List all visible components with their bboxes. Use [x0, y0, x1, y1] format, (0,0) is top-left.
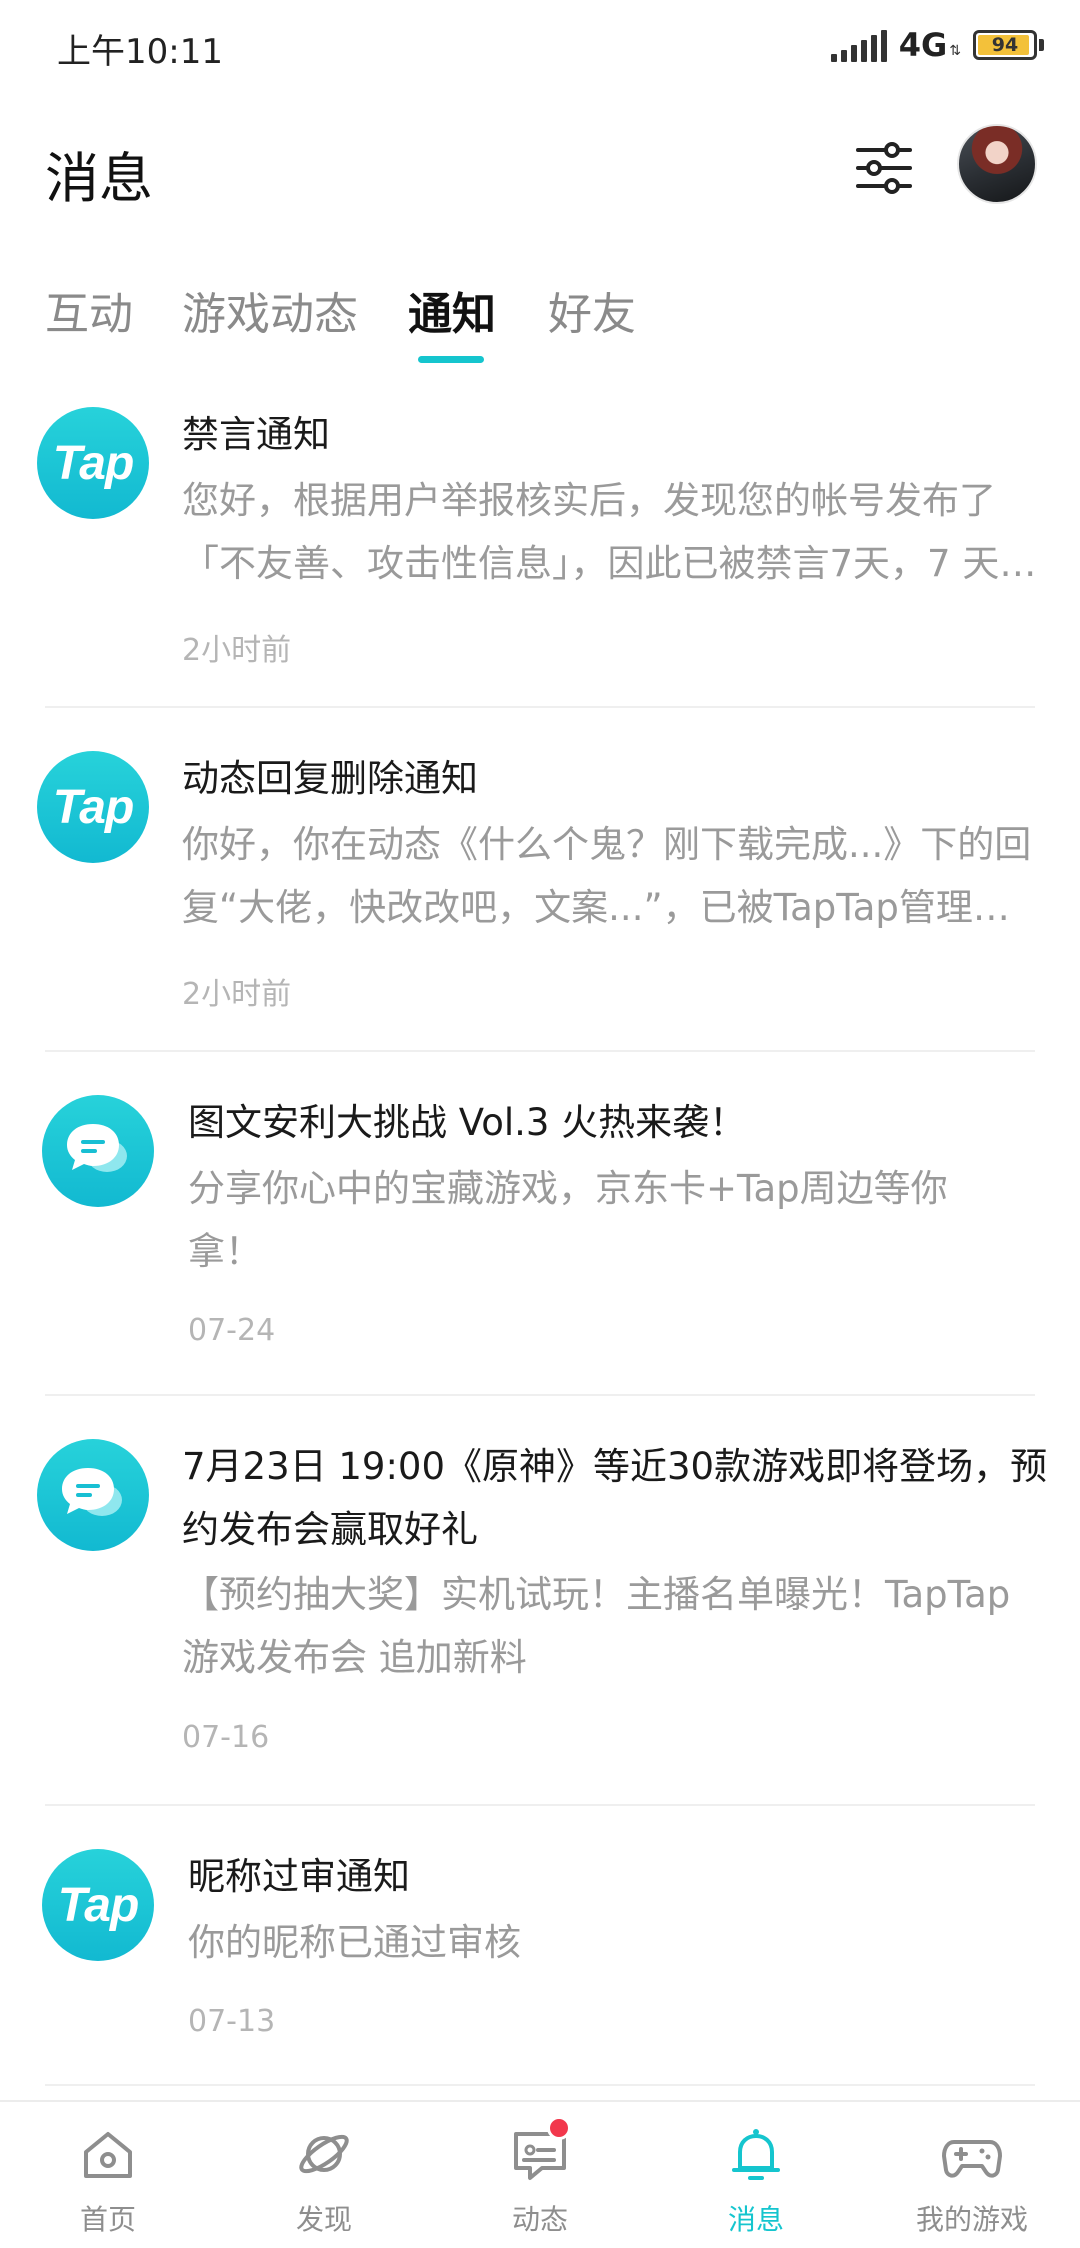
list-item[interactable]: 7月23日 19:00《原神》等近30款游戏即将登场，预 约发布会赢取好礼 【预… [0, 1412, 1080, 1808]
messages-page: 上午10:11 4G ⇅ 94 消息 互动 游戏动态 通知 好友 Tap 禁言通… [0, 0, 1080, 2248]
tap-logo-icon: Tap [37, 751, 149, 863]
nav-moments[interactable]: 动态 [432, 2102, 648, 2248]
notification-time: 07-16 [182, 1720, 270, 1755]
notification-time: 2小时前 [182, 977, 292, 1012]
notification-time: 2小时前 [182, 633, 292, 668]
avatar[interactable] [957, 124, 1037, 204]
network-type: 4G [898, 26, 948, 64]
tab-game-updates[interactable]: 游戏动态 [182, 278, 358, 342]
data-arrows-icon: ⇅ [949, 43, 961, 59]
nav-label: 发现 [295, 2203, 352, 2236]
notification-title: 图文安利大挑战 Vol.3 火热来袭！ [188, 1101, 747, 1144]
chat-bubble-icon [37, 1439, 149, 1551]
tap-logo-text: Tap [52, 436, 135, 490]
bottom-navigation: 首页 发现 动态 消息 我的游戏 [0, 2100, 1080, 2248]
nav-my-games[interactable]: 我的游戏 [864, 2102, 1080, 2248]
divider [45, 1050, 1035, 1052]
notification-body-line: 【预约抽大奖】实机试玩！主播名单曝光！TapTap [182, 1573, 1011, 1616]
tab-interaction[interactable]: 互动 [45, 278, 133, 342]
list-item[interactable]: Tap 动态回复删除通知 你好，你在动态《什么个鬼？刚下载完成...》下的回 复… [0, 724, 1080, 1054]
battery-percentage: 94 [991, 34, 1019, 56]
nav-label: 动态 [511, 2203, 568, 2236]
status-bar: 上午10:11 4G ⇅ 94 [0, 0, 1080, 100]
chat-bubble-glyph [62, 1468, 122, 1516]
tab-friends[interactable]: 好友 [548, 278, 636, 342]
battery-cap [1039, 39, 1044, 51]
unread-badge [547, 2116, 571, 2140]
divider [45, 2084, 1035, 2086]
battery-icon: 94 [973, 30, 1037, 60]
active-tab-indicator [418, 356, 484, 363]
nav-messages[interactable]: 消息 [648, 2102, 864, 2248]
gamepad-icon [942, 2140, 1002, 2178]
nav-label: 首页 [79, 2203, 136, 2236]
notification-body-line: 您好，根据用户举报核实后，发现您的帐号发布了 [182, 479, 996, 522]
nav-home[interactable]: 首页 [0, 2102, 216, 2248]
notification-time: 07-24 [188, 1313, 276, 1348]
sliders-icon [856, 142, 912, 194]
filter-settings-button[interactable] [852, 136, 916, 200]
notification-body-line: 分享你心中的宝藏游戏，京东卡+Tap周边等你 [188, 1167, 948, 1210]
notification-body-line: 你的昵称已通过审核 [188, 1921, 521, 1964]
bell-icon [732, 2129, 780, 2180]
chat-bubble-glyph [67, 1124, 127, 1172]
home-icon [84, 2132, 132, 2178]
chat-bubble-icon [42, 1095, 154, 1207]
divider [45, 706, 1035, 708]
notification-title: 动态回复删除通知 [182, 757, 478, 800]
notification-title: 约发布会赢取好礼 [182, 1508, 478, 1551]
notification-body-line: 「不友善、攻击性信息」，因此已被禁言7天，7 天… [182, 542, 1037, 585]
list-item[interactable]: Tap 禁言通知 您好，根据用户举报核实后，发现您的帐号发布了 「不友善、攻击性… [0, 380, 1080, 710]
notification-time: 07-13 [188, 2004, 276, 2039]
tab-bar: 互动 游戏动态 通知 好友 [0, 270, 1080, 370]
divider [45, 1804, 1035, 1806]
signal-icon [830, 28, 887, 62]
notification-body-line: 复“大佬，快改改吧，文案...”，已被TapTap管理… [182, 886, 1010, 929]
planet-icon [299, 2134, 349, 2174]
tap-logo-text: Tap [57, 1878, 140, 1932]
status-icons: 4G ⇅ 94 [830, 26, 1044, 64]
list-item[interactable]: 图文安利大挑战 Vol.3 火热来袭！ 分享你心中的宝藏游戏，京东卡+Tap周边… [0, 1068, 1080, 1398]
nav-discover[interactable]: 发现 [216, 2102, 432, 2248]
tap-logo-icon: Tap [42, 1849, 154, 1961]
nav-label: 消息 [727, 2203, 784, 2236]
list-item[interactable]: Tap 昵称过审通知 你的昵称已通过审核 07-13 [0, 1822, 1080, 2092]
tab-notifications[interactable]: 通知 [408, 278, 496, 342]
notification-body-line: 拿！ [188, 1230, 262, 1273]
page-title: 消息 [45, 147, 153, 210]
header: 消息 [0, 110, 1080, 220]
tap-logo-icon: Tap [37, 407, 149, 519]
tap-logo-text: Tap [52, 780, 135, 834]
nav-label: 我的游戏 [915, 2203, 1028, 2236]
notification-body-line: 游戏发布会 追加新料 [182, 1636, 527, 1679]
notification-body-line: 你好，你在动态《什么个鬼？刚下载完成...》下的回 [182, 823, 1032, 866]
status-time: 上午10:11 [57, 32, 223, 72]
notification-title: 7月23日 19:00《原神》等近30款游戏即将登场，预 [182, 1445, 1048, 1488]
divider [45, 1394, 1035, 1396]
notification-title: 禁言通知 [182, 413, 330, 456]
notification-title: 昵称过审通知 [188, 1855, 410, 1898]
